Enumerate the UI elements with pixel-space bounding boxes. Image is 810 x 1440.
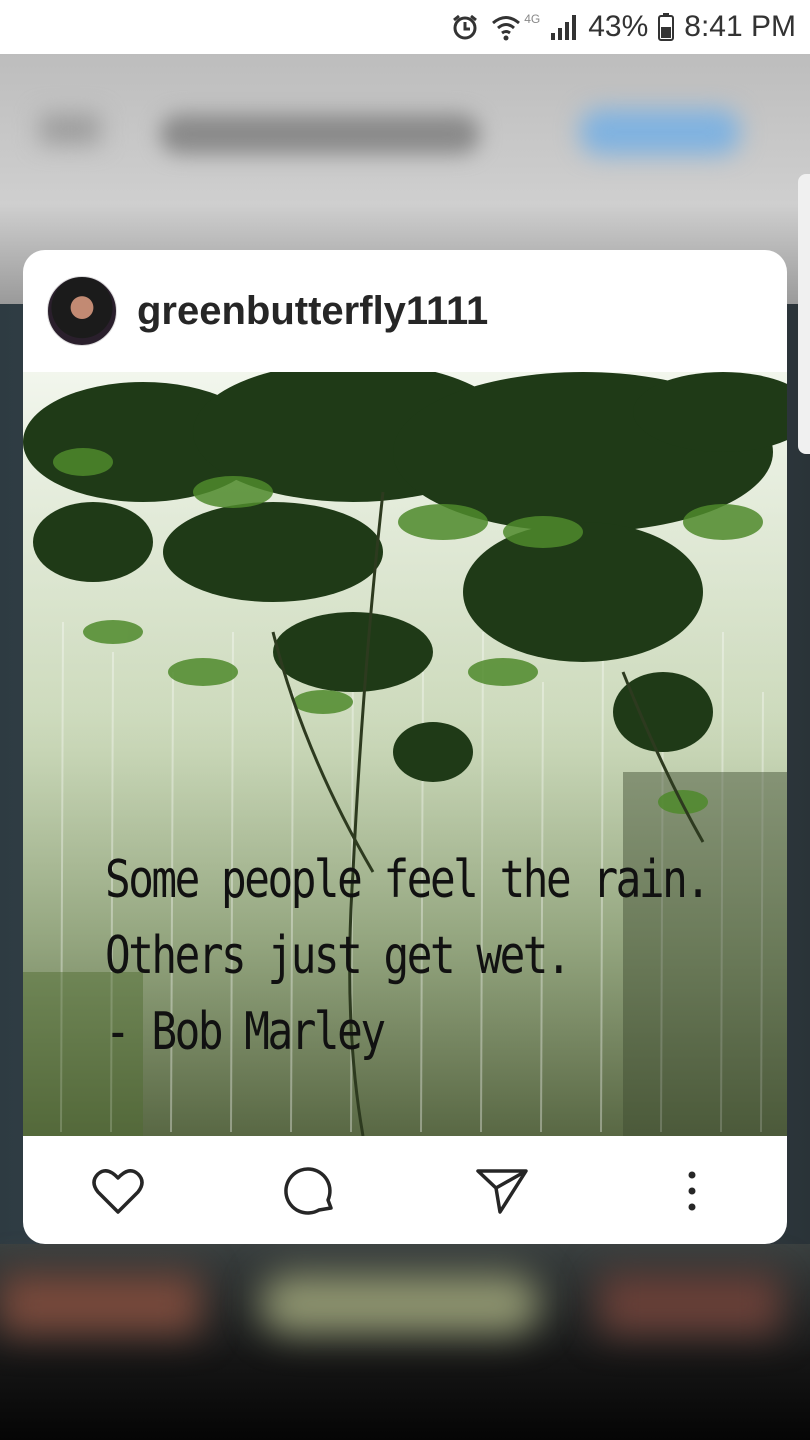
wifi-icon bbox=[490, 12, 522, 42]
username[interactable]: greenbutterfly1111 bbox=[137, 289, 488, 334]
avatar[interactable] bbox=[47, 276, 117, 346]
background-title-blur bbox=[160, 114, 480, 154]
background-blur-right bbox=[600, 1274, 780, 1334]
alarm-icon bbox=[450, 12, 480, 42]
post-preview-card: greenbutterfly1111 Some people feel the … bbox=[23, 250, 787, 1244]
status-bar: 4G 43% 8:41 PM bbox=[0, 0, 810, 54]
signal-icon bbox=[550, 13, 578, 41]
background-blur-center bbox=[260, 1274, 540, 1334]
post-action-bar bbox=[23, 1136, 787, 1244]
share-icon[interactable] bbox=[475, 1164, 529, 1218]
background-button-blur bbox=[580, 109, 740, 155]
image-quote: Some people feel the rain. Others just g… bbox=[105, 842, 711, 1070]
quote-line-2: Others just get wet. bbox=[105, 926, 572, 986]
like-icon[interactable] bbox=[91, 1164, 145, 1218]
battery-percent: 43% bbox=[588, 10, 649, 43]
battery-icon bbox=[658, 13, 675, 41]
more-options-icon[interactable] bbox=[665, 1164, 719, 1218]
network-type: 4G bbox=[524, 12, 541, 26]
edge-panel-handle[interactable] bbox=[798, 174, 810, 454]
background-icon-blur bbox=[40, 114, 100, 144]
background-blur-left bbox=[0, 1274, 200, 1334]
comment-icon[interactable] bbox=[283, 1164, 337, 1218]
quote-line-1: Some people feel the rain. bbox=[105, 850, 711, 910]
post-header: greenbutterfly1111 bbox=[23, 250, 787, 372]
clock-time: 8:41 PM bbox=[684, 10, 796, 43]
post-image[interactable]: Some people feel the rain. Others just g… bbox=[23, 372, 787, 1136]
quote-line-3: - Bob Marley bbox=[105, 1002, 386, 1062]
